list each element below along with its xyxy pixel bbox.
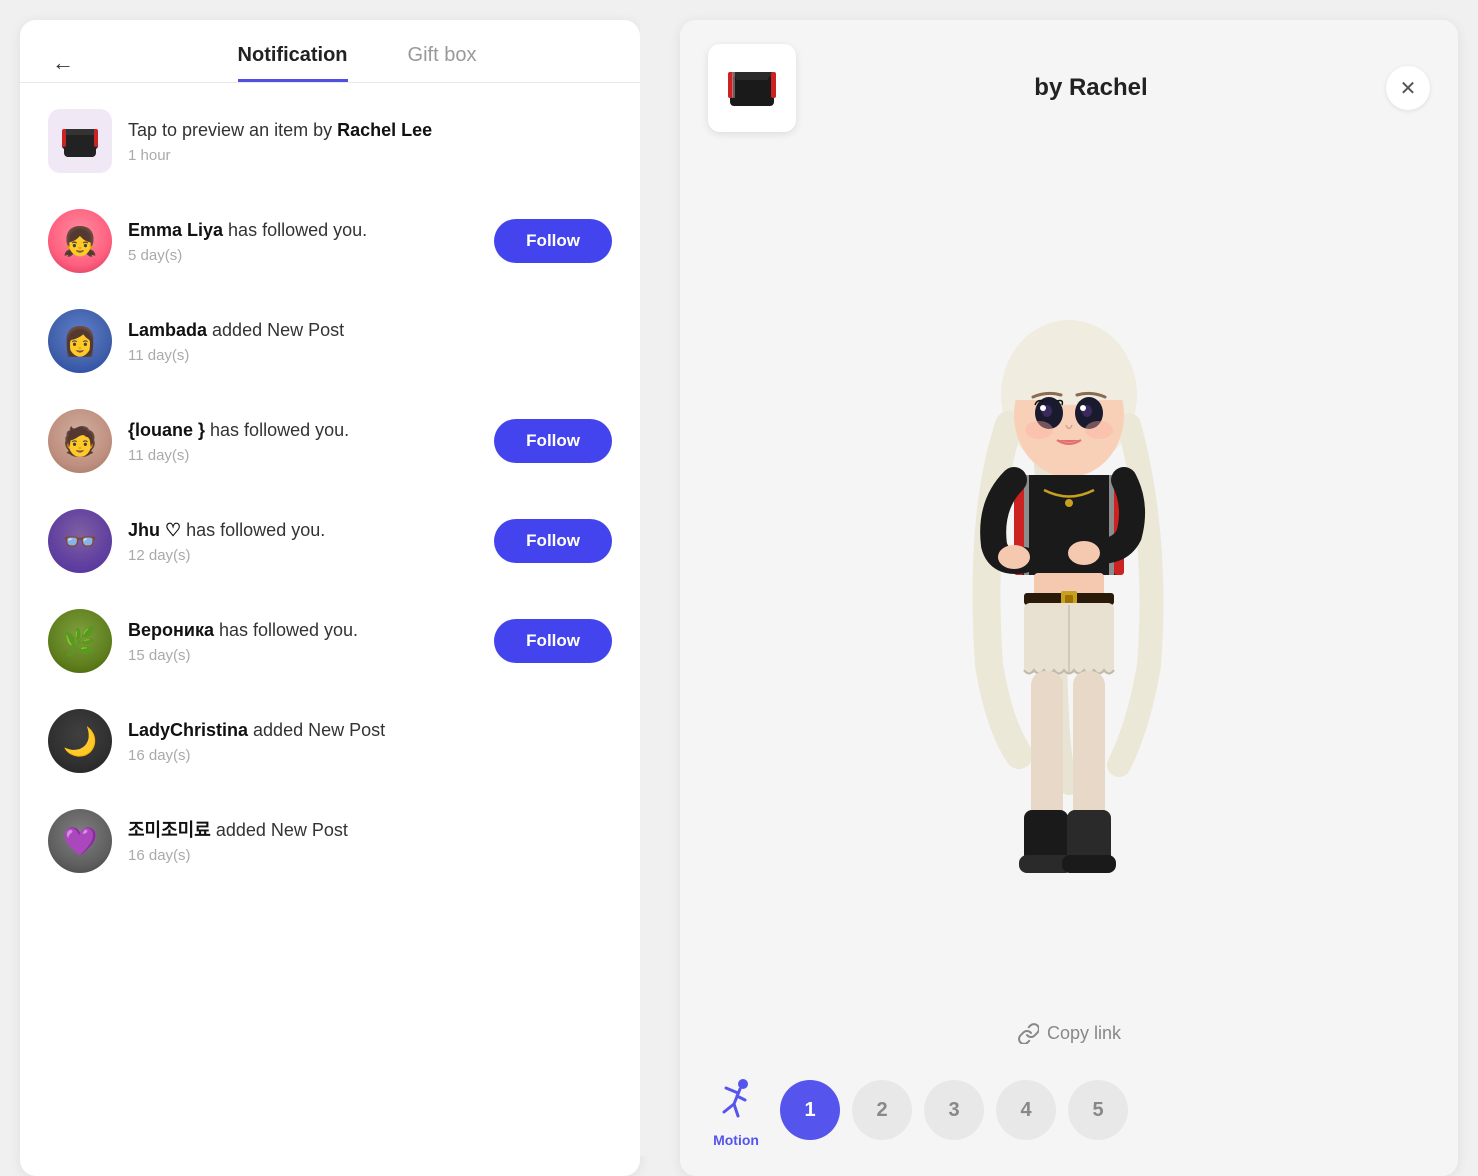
left-header: ← Notification Gift box [20, 20, 640, 82]
notif-ladychristina-text: LadyChristina added New Post [128, 718, 612, 743]
notif-veronika-text: Вероника has followed you. [128, 618, 478, 643]
avatar-lambada: 👩 [48, 309, 112, 373]
notif-veronika-time: 15 day(s) [128, 647, 478, 664]
avatar-face-louane: 🧑 [48, 409, 112, 473]
avatar-face-jhu: 👓 [48, 509, 112, 573]
notif-emma-text: Emma Liya has followed you. [128, 218, 478, 243]
list-item[interactable]: 👩 Lambada added New Post 11 day(s) [20, 291, 640, 391]
list-item[interactable]: 🌙 LadyChristina added New Post 16 day(s) [20, 691, 640, 791]
avatar-face-lambada: 👩 [48, 309, 112, 373]
notif-jhu-text: Jhu ♡ has followed you. [128, 518, 478, 543]
notif-ladychristina-content: LadyChristina added New Post 16 day(s) [128, 718, 612, 764]
page-num-2[interactable]: 2 [852, 1080, 912, 1140]
notif-louane-time: 11 day(s) [128, 447, 478, 464]
left-panel: ← Notification Gift box [20, 20, 640, 1176]
right-header: by Rachel ✕ [680, 20, 1458, 156]
notifications-list: Tap to preview an item by Rachel Lee 1 h… [20, 83, 640, 1176]
notif-lambada-content: Lambada added New Post 11 day(s) [128, 318, 612, 364]
avatar-jomijomi: 💜 [48, 809, 112, 873]
avatar-louane: 🧑 [48, 409, 112, 473]
list-item[interactable]: 🌿 Вероника has followed you. 15 day(s) F… [20, 591, 640, 691]
avatar-ladychristina: 🌙 [48, 709, 112, 773]
motion-icon [708, 1072, 764, 1128]
notif-jomijomi-time: 16 day(s) [128, 847, 612, 864]
avatar-item-thumbnail [48, 109, 112, 173]
notif-lambada-text: Lambada added New Post [128, 318, 612, 343]
tab-notification[interactable]: Notification [238, 44, 348, 82]
notif-ladychristina-time: 16 day(s) [128, 747, 612, 764]
avatar-display [680, 156, 1458, 1014]
list-item[interactable]: 👓 Jhu ♡ has followed you. 12 day(s) Foll… [20, 491, 640, 591]
list-item[interactable]: 👧 Emma Liya has followed you. 5 day(s) F… [20, 191, 640, 291]
avatar-face-ladychristina: 🌙 [48, 709, 112, 773]
notif-emma-content: Emma Liya has followed you. 5 day(s) [128, 218, 478, 264]
notif-jomijomi-content: 조미조미료 added New Post 16 day(s) [128, 818, 612, 864]
list-item[interactable]: 💜 조미조미료 added New Post 16 day(s) [20, 791, 640, 891]
notif-jhu-content: Jhu ♡ has followed you. 12 day(s) [128, 518, 478, 564]
notif-rachel-time: 1 hour [128, 147, 612, 164]
notif-rachel-text: Tap to preview an item by Rachel Lee [128, 118, 612, 143]
panel-gap [640, 0, 660, 1156]
copy-link-label: Copy link [1047, 1023, 1121, 1044]
page-num-1[interactable]: 1 [780, 1080, 840, 1140]
notif-veronika-content: Вероника has followed you. 15 day(s) [128, 618, 478, 664]
back-button[interactable]: ← [44, 46, 82, 80]
avatar-3d-figure [869, 265, 1269, 905]
notif-jomijomi-text: 조미조미료 added New Post [128, 818, 612, 843]
follow-button-louane[interactable]: Follow [494, 419, 612, 463]
page-num-4[interactable]: 4 [996, 1080, 1056, 1140]
list-item[interactable]: 🧑 {louane } has followed you. 11 day(s) … [20, 391, 640, 491]
avatar-face-emma: 👧 [48, 209, 112, 273]
notif-jhu-time: 12 day(s) [128, 547, 478, 564]
right-title: by Rachel [812, 74, 1370, 102]
follow-button-emma[interactable]: Follow [494, 219, 612, 263]
notif-lambada-time: 11 day(s) [128, 347, 612, 364]
avatar-veronika: 🌿 [48, 609, 112, 673]
avatar-jhu: 👓 [48, 509, 112, 573]
notif-rachel-content: Tap to preview an item by Rachel Lee 1 h… [128, 118, 612, 164]
notif-emma-time: 5 day(s) [128, 247, 478, 264]
page-numbers: 1 2 3 4 5 [780, 1080, 1430, 1140]
avatar-face-jomijomi: 💜 [48, 809, 112, 873]
motion-button[interactable]: Motion [708, 1072, 764, 1148]
page-num-3[interactable]: 3 [924, 1080, 984, 1140]
tab-container: Notification Gift box [98, 44, 616, 82]
notif-louane-text: {louane } has followed you. [128, 418, 478, 443]
follow-button-jhu[interactable]: Follow [494, 519, 612, 563]
link-icon [1017, 1022, 1039, 1044]
avatar-emma: 👧 [48, 209, 112, 273]
avatar-face-veronika: 🌿 [48, 609, 112, 673]
follow-button-veronika[interactable]: Follow [494, 619, 612, 663]
motion-label: Motion [713, 1132, 759, 1148]
page-num-5[interactable]: 5 [1068, 1080, 1128, 1140]
bottom-bar: Motion 1 2 3 4 5 [680, 1056, 1458, 1176]
item-thumbnail [708, 44, 796, 132]
list-item[interactable]: Tap to preview an item by Rachel Lee 1 h… [20, 91, 640, 191]
right-panel: by Rachel ✕ [680, 20, 1458, 1176]
close-button[interactable]: ✕ [1386, 66, 1430, 110]
notif-louane-content: {louane } has followed you. 11 day(s) [128, 418, 478, 464]
tab-gift-box[interactable]: Gift box [408, 44, 477, 82]
copy-link-button[interactable]: Copy link [680, 1014, 1458, 1056]
